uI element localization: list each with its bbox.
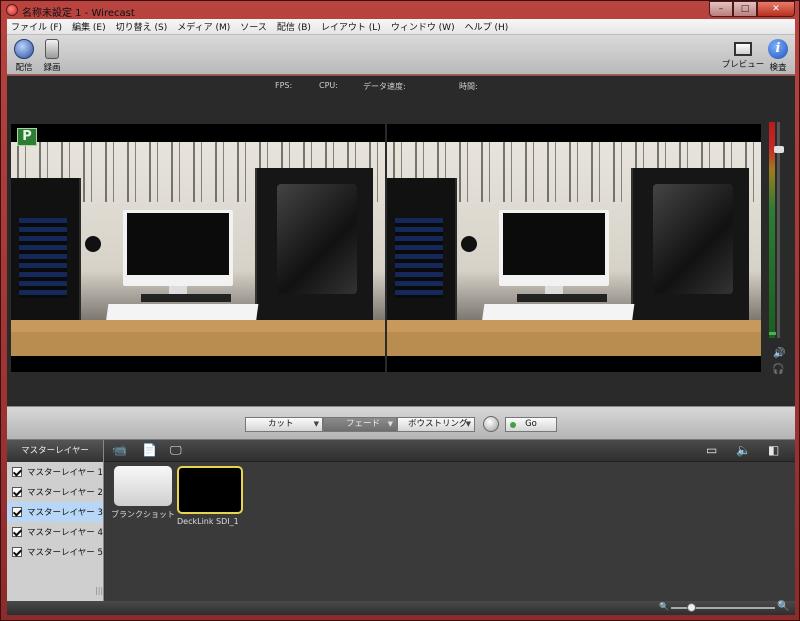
preview-screen[interactable]: P [11,124,385,372]
close-button[interactable]: ✕ [757,1,795,17]
time-label: 時間: [459,82,478,91]
menu-window[interactable]: ウィンドウ (W) [391,20,455,33]
layer-checkbox[interactable] [12,507,22,517]
add-camera-icon[interactable]: 📹 [112,443,127,457]
info-icon: i [768,39,788,59]
main-toolbar: 配信 録画 プレビュー i 検査 [7,35,795,75]
shot-label: DeckLink SDI_1 [177,517,239,526]
layer-label: マスターレイヤー 5 [27,548,103,558]
shot-label: ブランクショット [111,510,175,519]
cut-label: カット [268,419,294,429]
preview-badge: P [17,128,37,146]
menu-edit[interactable]: 編集 (E) [72,20,106,33]
master-layers-list: マスターレイヤー マスターレイヤー 1 マスターレイヤー 2 マスターレイヤー … [7,440,104,601]
layer-item-2[interactable]: マスターレイヤー 2 [7,482,103,502]
inspect-button[interactable]: i 検査 [761,39,795,73]
layer-checkbox[interactable] [12,547,22,557]
preview-monitor-icon [734,42,752,56]
chevron-down-icon: ▼ [465,420,471,428]
record-icon [45,39,59,59]
video-area: FPS: CPU: データ速度: 時間: P 🔊 🎧 [7,76,795,406]
audio-level-led [769,332,776,335]
preview-video-frame [11,142,385,356]
go-label: Go [525,419,537,429]
shot-thumbnail [114,466,172,506]
record-button[interactable]: 録画 [35,39,69,73]
bowtie-transition-select[interactable]: ボウストリング ▼ [397,417,475,432]
broadcast-label: 配信 [15,63,33,73]
thumbnail-size-handle[interactable] [687,603,696,612]
layer-checkbox[interactable] [12,527,22,537]
menu-help[interactable]: ヘルプ (H) [465,20,509,33]
go-status-led [510,422,516,428]
live-video-frame [387,142,761,356]
menu-broadcast[interactable]: 配信 (B) [277,20,311,33]
chevron-down-icon: ▼ [313,420,319,428]
minimize-button[interactable]: – [709,1,733,17]
blank-shot[interactable]: ブランクショット [111,466,175,520]
cut-transition-select[interactable]: カット ▼ [245,417,323,432]
menu-media[interactable]: メディア (M) [177,20,230,33]
menu-bar: ファイル (F) 編集 (E) 切り替え (S) メディア (M) ソース 配信… [7,19,795,35]
shot-layers-panel: マスターレイヤー マスターレイヤー 1 マスターレイヤー 2 マスターレイヤー … [7,440,795,615]
live-output-screen[interactable] [387,124,761,372]
layer-label: マスターレイヤー 1 [27,468,103,478]
layer-item-4[interactable]: マスターレイヤー 4 [7,522,103,542]
speaker-icon[interactable]: 🔊 [773,348,785,359]
layer-label: マスターレイヤー 2 [27,488,103,498]
stats-bar: FPS: CPU: データ速度: 時間: [7,81,795,93]
inspect-label: 検査 [769,63,787,73]
status-bar: 🔍 🔍 [7,601,795,615]
transition-speed-icon[interactable] [483,416,499,432]
resize-grip-icon[interactable]: ||| [95,586,103,595]
wirecast-app-icon [6,4,18,16]
maximize-button[interactable]: □ [733,1,757,17]
volume-slider-handle[interactable] [774,146,784,153]
layer-item-3[interactable]: マスターレイヤー 3 [7,502,103,522]
headphones-icon[interactable]: 🎧 [772,364,784,375]
zoom-out-icon[interactable]: 🔍 [659,602,669,611]
layer-item-1[interactable]: マスターレイヤー 1 [7,462,103,482]
add-media-icon[interactable]: 📄 [142,443,157,457]
master-layers-header: マスターレイヤー [7,440,103,462]
fade-transition-select[interactable]: フェード ▼ [323,417,397,432]
menu-source[interactable]: ソース [240,20,267,33]
menu-file[interactable]: ファイル (F) [11,20,62,33]
volume-slider-track[interactable] [777,122,780,338]
bowtie-label: ボウストリング [408,419,468,429]
broadcast-icon [14,39,34,59]
preview-button[interactable]: プレビュー [721,39,765,70]
layer-checkbox[interactable] [12,467,22,477]
record-label: 録画 [43,63,61,73]
shots-toolbar: 📹 📄 🖵 ▭ 🔈 ◧ [104,440,795,462]
layer-label: マスターレイヤー 4 [27,528,103,538]
chevron-down-icon: ▼ [387,420,393,428]
title-bar: 名称未設定 1 - Wirecast – □ ✕ [1,1,800,19]
shot-thumbnail [177,466,243,514]
menu-switch[interactable]: 切り替え (S) [116,20,168,33]
shot-view-menu-icon[interactable]: ◧ [768,443,779,457]
layout-menu-icon[interactable]: ▭ [706,443,717,457]
add-screen-capture-icon[interactable]: 🖵 [170,443,182,458]
cpu-label: CPU: [319,81,338,90]
transition-bar: カット ▼ フェード ▼ ボウストリング ▼ Go [7,406,795,440]
menu-layout[interactable]: レイアウト (L) [321,20,381,33]
decklink-shot[interactable]: DeckLink SDI_1 [177,466,243,526]
app-window: 名称未設定 1 - Wirecast – □ ✕ ファイル (F) 編集 (E)… [0,0,800,621]
layer-checkbox[interactable] [12,487,22,497]
audio-menu-icon[interactable]: 🔈 [736,443,751,457]
audio-level-meter [769,122,775,338]
fade-label: フェード [346,419,381,429]
zoom-in-icon[interactable]: 🔍 [777,601,789,612]
go-button[interactable]: Go [505,417,557,432]
layer-item-5[interactable]: マスターレイヤー 5 [7,542,103,562]
preview-label: プレビュー [721,60,765,70]
data-rate-label: データ速度: [363,82,406,91]
layer-label: マスターレイヤー 3 [27,508,103,518]
shots-grid: ブランクショット DeckLink SDI_1 [105,462,795,601]
window-title: 名称未設定 1 - Wirecast [22,8,135,19]
fps-label: FPS: [275,81,293,90]
window-controls: – □ ✕ [709,1,795,17]
